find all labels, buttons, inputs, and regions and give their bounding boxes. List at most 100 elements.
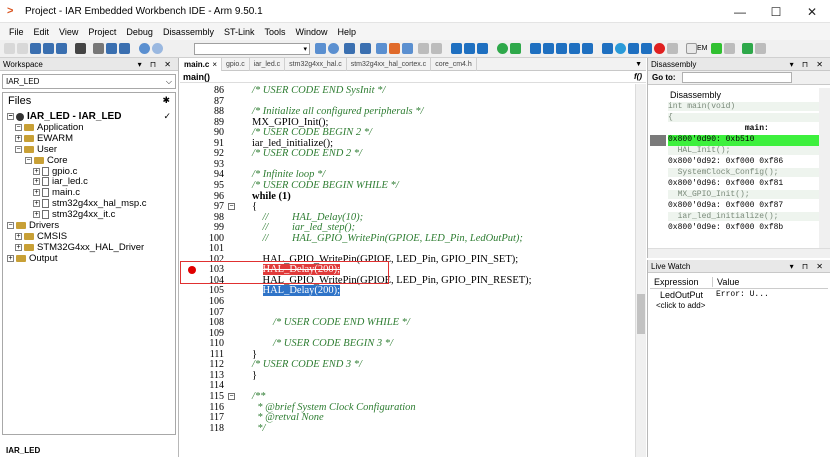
fold-toggle-icon[interactable]: − [228,392,235,400]
scroll-thumb[interactable] [637,294,645,334]
bookmark-icon[interactable] [389,43,400,54]
disassembly-body[interactable]: Disassembly int main(void) { main: 0x800'0d… [648,88,820,248]
debug-without-download-icon[interactable] [510,43,521,54]
tab-core-cm4-h[interactable]: core_cm4.h [431,57,477,71]
go-icon[interactable] [615,43,626,54]
pane-controls[interactable]: ▾ ⊓ ✕ [138,58,174,71]
tab-stm32g4xx-hal-cortex-c[interactable]: stm32g4xx_hal_cortex.c [347,57,432,71]
tab-main-c[interactable]: main.c × [180,57,223,71]
disassembly-line[interactable]: 0x800'0d9a: 0xf000 0xf87 [668,201,783,210]
tree-expander-icon[interactable]: − [15,123,22,131]
disassembly-line[interactable]: HAL_Init(); [668,146,820,155]
tree-expander-icon[interactable]: − [7,113,14,120]
disassembly-line[interactable]: { [668,113,820,122]
stop-debug-icon[interactable] [654,43,665,54]
open-folder-icon[interactable] [30,43,41,54]
menu-help[interactable]: Help [333,27,362,37]
toggle-breakpoint-icon[interactable] [477,43,488,54]
tree-node-8[interactable]: + stm32g4xx_hal_msp.c [33,198,147,209]
call-stack-icon[interactable] [641,43,652,54]
disassembly-line[interactable]: iar_led_initialize(); [668,212,820,221]
tab-list-chevron-icon[interactable]: ▼ [635,58,642,71]
sum-icon[interactable] [711,43,722,54]
menu-project[interactable]: Project [83,27,121,37]
tree-node-4[interactable]: − Core [25,155,68,166]
disassembly-line[interactable]: MX_GPIO_Init(); [668,190,820,199]
disassembly-line[interactable]: main: [668,124,769,133]
next-statement-icon[interactable] [582,43,593,54]
tree-expander-icon[interactable]: − [15,145,22,153]
bookmark-next-icon[interactable] [402,43,413,54]
goto-input[interactable] [681,72,792,83]
disassembly-line[interactable]: int main(void) [668,102,820,111]
nav-back-icon[interactable] [315,43,326,54]
tab-gpio-c[interactable]: gpio.c [222,57,250,71]
tree-expander-icon[interactable]: + [7,254,14,262]
disassembly-line[interactable]: 0x800'0d92: 0xf000 0xf86 [668,157,783,166]
pane-controls[interactable]: ▾ ⊓ ✕ [790,260,826,273]
make-icon[interactable] [431,43,442,54]
tree-expander-icon[interactable]: + [15,134,22,142]
compile-icon[interactable] [418,43,429,54]
menu-disassembly[interactable]: Disassembly [158,27,219,37]
save-all-icon[interactable] [56,43,67,54]
code-line[interactable]: /* USER CODE END 3 */ [252,359,362,370]
code-line[interactable]: } [252,349,257,360]
bookmark-prev-icon[interactable] [376,43,387,54]
code-line[interactable]: /* USER CODE BEGIN WHILE */ [252,180,399,191]
tree-expander-icon[interactable]: + [15,243,22,251]
code-line[interactable]: */ [252,423,265,434]
code-line[interactable]: // iar_led_step(); [252,222,355,233]
minimize-button[interactable]: — [722,0,758,23]
step-out-icon[interactable] [569,43,580,54]
build-icon[interactable] [451,43,462,54]
tree-expander-icon[interactable]: + [33,189,40,197]
step-over-icon[interactable] [543,43,554,54]
redo-icon[interactable] [152,43,163,54]
expression-column-header[interactable]: Expression [650,277,712,287]
menu-stlink[interactable]: ST-Link [219,27,260,37]
watch-row[interactable]: LedOutPut Error: U... [650,289,828,300]
pane-controls[interactable]: ▾ ⊓ ✕ [790,58,826,71]
code-line[interactable]: HAL_Delay(200); [252,285,341,297]
find-combo[interactable]: ▾ [194,43,310,55]
download-debug-icon[interactable] [497,43,508,54]
tree-node-7[interactable]: + main.c [33,187,80,198]
code-line[interactable]: /* USER CODE BEGIN 2 */ [252,127,372,138]
add-watch-row[interactable]: <click to add> [650,300,828,311]
code-line[interactable]: /* USER CODE END WHILE */ [252,317,410,328]
tree-expander-icon[interactable]: + [33,178,40,186]
code-line[interactable]: { [252,201,257,212]
function-icon[interactable]: f() [634,71,642,83]
find-icon[interactable] [328,43,339,54]
code-line[interactable]: while (1) [252,191,291,202]
tree-expander-icon[interactable]: + [15,232,22,240]
fold-toggle-icon[interactable]: − [228,203,235,211]
run-to-cursor-icon[interactable] [602,43,613,54]
code-line[interactable]: /* USER CODE BEGIN 3 */ [252,338,393,349]
chart-icon[interactable] [742,43,753,54]
maximize-button[interactable]: ☐ [758,0,794,23]
tree-node-11[interactable]: + CMSIS [15,231,67,242]
step-into-icon[interactable] [556,43,567,54]
find-in-files-icon[interactable] [344,43,355,54]
code-line[interactable]: * @retval None [252,412,323,423]
code-line[interactable]: /* Infinite loop */ [252,169,325,180]
replace-icon[interactable] [360,43,371,54]
code-line[interactable]: /* USER CODE END SysInit */ [252,85,385,96]
tree-node-12[interactable]: + STM32G4xx_HAL_Driver [15,242,144,253]
disassembly-line[interactable]: 0x800'0d90: 0xb510 [668,135,754,144]
code-line[interactable]: /* Initialize all configured peripherals… [252,106,423,117]
em-icon[interactable] [686,43,697,54]
tree-node-5[interactable]: + gpio.c [33,166,77,177]
print-icon[interactable] [75,43,86,54]
code-line[interactable]: MX_GPIO_Init(); [252,117,328,128]
tree-node-2[interactable]: + EWARM [15,133,73,144]
menu-debug[interactable]: Debug [121,27,158,37]
new-file-icon[interactable] [4,43,15,54]
code-line[interactable]: iar_led_initialize(); [252,138,333,149]
tree-node-0[interactable]: − IAR_LED - IAR_LED [7,111,121,122]
menu-window[interactable]: Window [290,27,332,37]
tree-node-9[interactable]: + stm32g4xx_it.c [33,209,115,220]
tree-expander-icon[interactable]: + [33,200,40,208]
